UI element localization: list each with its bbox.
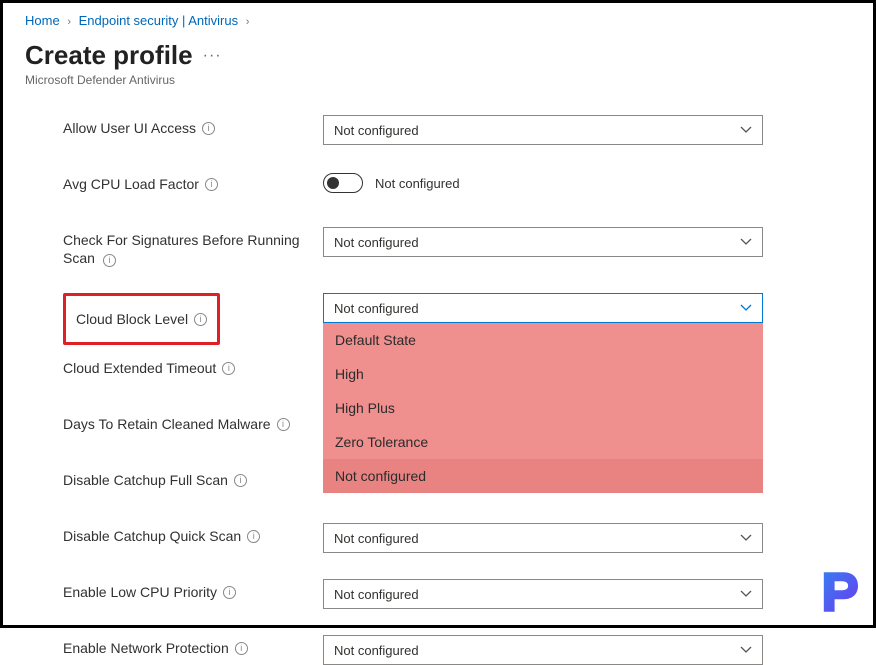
select-value: Not configured	[334, 123, 419, 138]
select-value: Not configured	[334, 301, 419, 316]
option-high[interactable]: High	[323, 357, 763, 391]
breadcrumb-section[interactable]: Endpoint security | Antivirus	[79, 13, 238, 28]
label-cloud-ext: Cloud Extended Timeout	[63, 359, 216, 377]
settings-form: Allow User UI Access i Not configured Av…	[25, 115, 855, 665]
select-disable-quick[interactable]: Not configured	[323, 523, 763, 553]
info-icon[interactable]: i	[235, 642, 248, 655]
chevron-down-icon	[740, 644, 752, 656]
info-icon[interactable]: i	[103, 254, 116, 267]
page-title: Create profile	[25, 40, 193, 71]
chevron-down-icon	[740, 588, 752, 600]
select-cloud-block[interactable]: Not configured	[323, 293, 763, 323]
more-icon[interactable]: ···	[203, 47, 222, 65]
option-zero-tolerance[interactable]: Zero Tolerance	[323, 425, 763, 459]
select-check-sig[interactable]: Not configured	[323, 227, 763, 257]
label-cloud-block: Cloud Block Level	[76, 310, 188, 328]
select-low-cpu[interactable]: Not configured	[323, 579, 763, 609]
breadcrumb: Home › Endpoint security | Antivirus ›	[25, 13, 855, 28]
select-value: Not configured	[334, 587, 419, 602]
label-disable-quick: Disable Catchup Quick Scan	[63, 527, 241, 545]
label-net-protect: Enable Network Protection	[63, 639, 229, 657]
select-value: Not configured	[334, 235, 419, 250]
info-icon[interactable]: i	[223, 586, 236, 599]
info-icon[interactable]: i	[277, 418, 290, 431]
option-default-state[interactable]: Default State	[323, 323, 763, 357]
chevron-right-icon: ›	[67, 16, 71, 28]
info-icon[interactable]: i	[247, 530, 260, 543]
label-low-cpu: Enable Low CPU Priority	[63, 583, 217, 601]
label-disable-full: Disable Catchup Full Scan	[63, 471, 228, 489]
info-icon[interactable]: i	[205, 178, 218, 191]
option-not-configured[interactable]: Not configured	[323, 459, 763, 493]
option-high-plus[interactable]: High Plus	[323, 391, 763, 425]
info-icon[interactable]: i	[234, 474, 247, 487]
highlight-cloud-block: Cloud Block Level i	[63, 293, 220, 345]
select-allow-ui[interactable]: Not configured	[323, 115, 763, 145]
chevron-down-icon	[740, 236, 752, 248]
select-value: Not configured	[334, 643, 419, 658]
info-icon[interactable]: i	[222, 362, 235, 375]
label-days-retain: Days To Retain Cleaned Malware	[63, 415, 271, 433]
select-net-protect[interactable]: Not configured	[323, 635, 763, 665]
site-logo-icon	[813, 565, 867, 619]
breadcrumb-home[interactable]: Home	[25, 13, 60, 28]
label-allow-ui: Allow User UI Access	[63, 119, 196, 137]
select-value: Not configured	[334, 531, 419, 546]
info-icon[interactable]: i	[202, 122, 215, 135]
chevron-down-icon	[740, 532, 752, 544]
chevron-down-icon	[740, 302, 752, 314]
page-subtitle: Microsoft Defender Antivirus	[25, 73, 855, 87]
toggle-cpu-load[interactable]	[323, 173, 363, 193]
info-icon[interactable]: i	[194, 313, 207, 326]
label-check-sig: Check For Signatures Before Running Scan	[63, 232, 300, 266]
dropdown-cloud-block: Default State High High Plus Zero Tolera…	[323, 323, 763, 493]
toggle-cpu-load-label: Not configured	[375, 176, 460, 191]
chevron-right-icon: ›	[246, 16, 250, 28]
label-cpu-load: Avg CPU Load Factor	[63, 175, 199, 193]
chevron-down-icon	[740, 124, 752, 136]
